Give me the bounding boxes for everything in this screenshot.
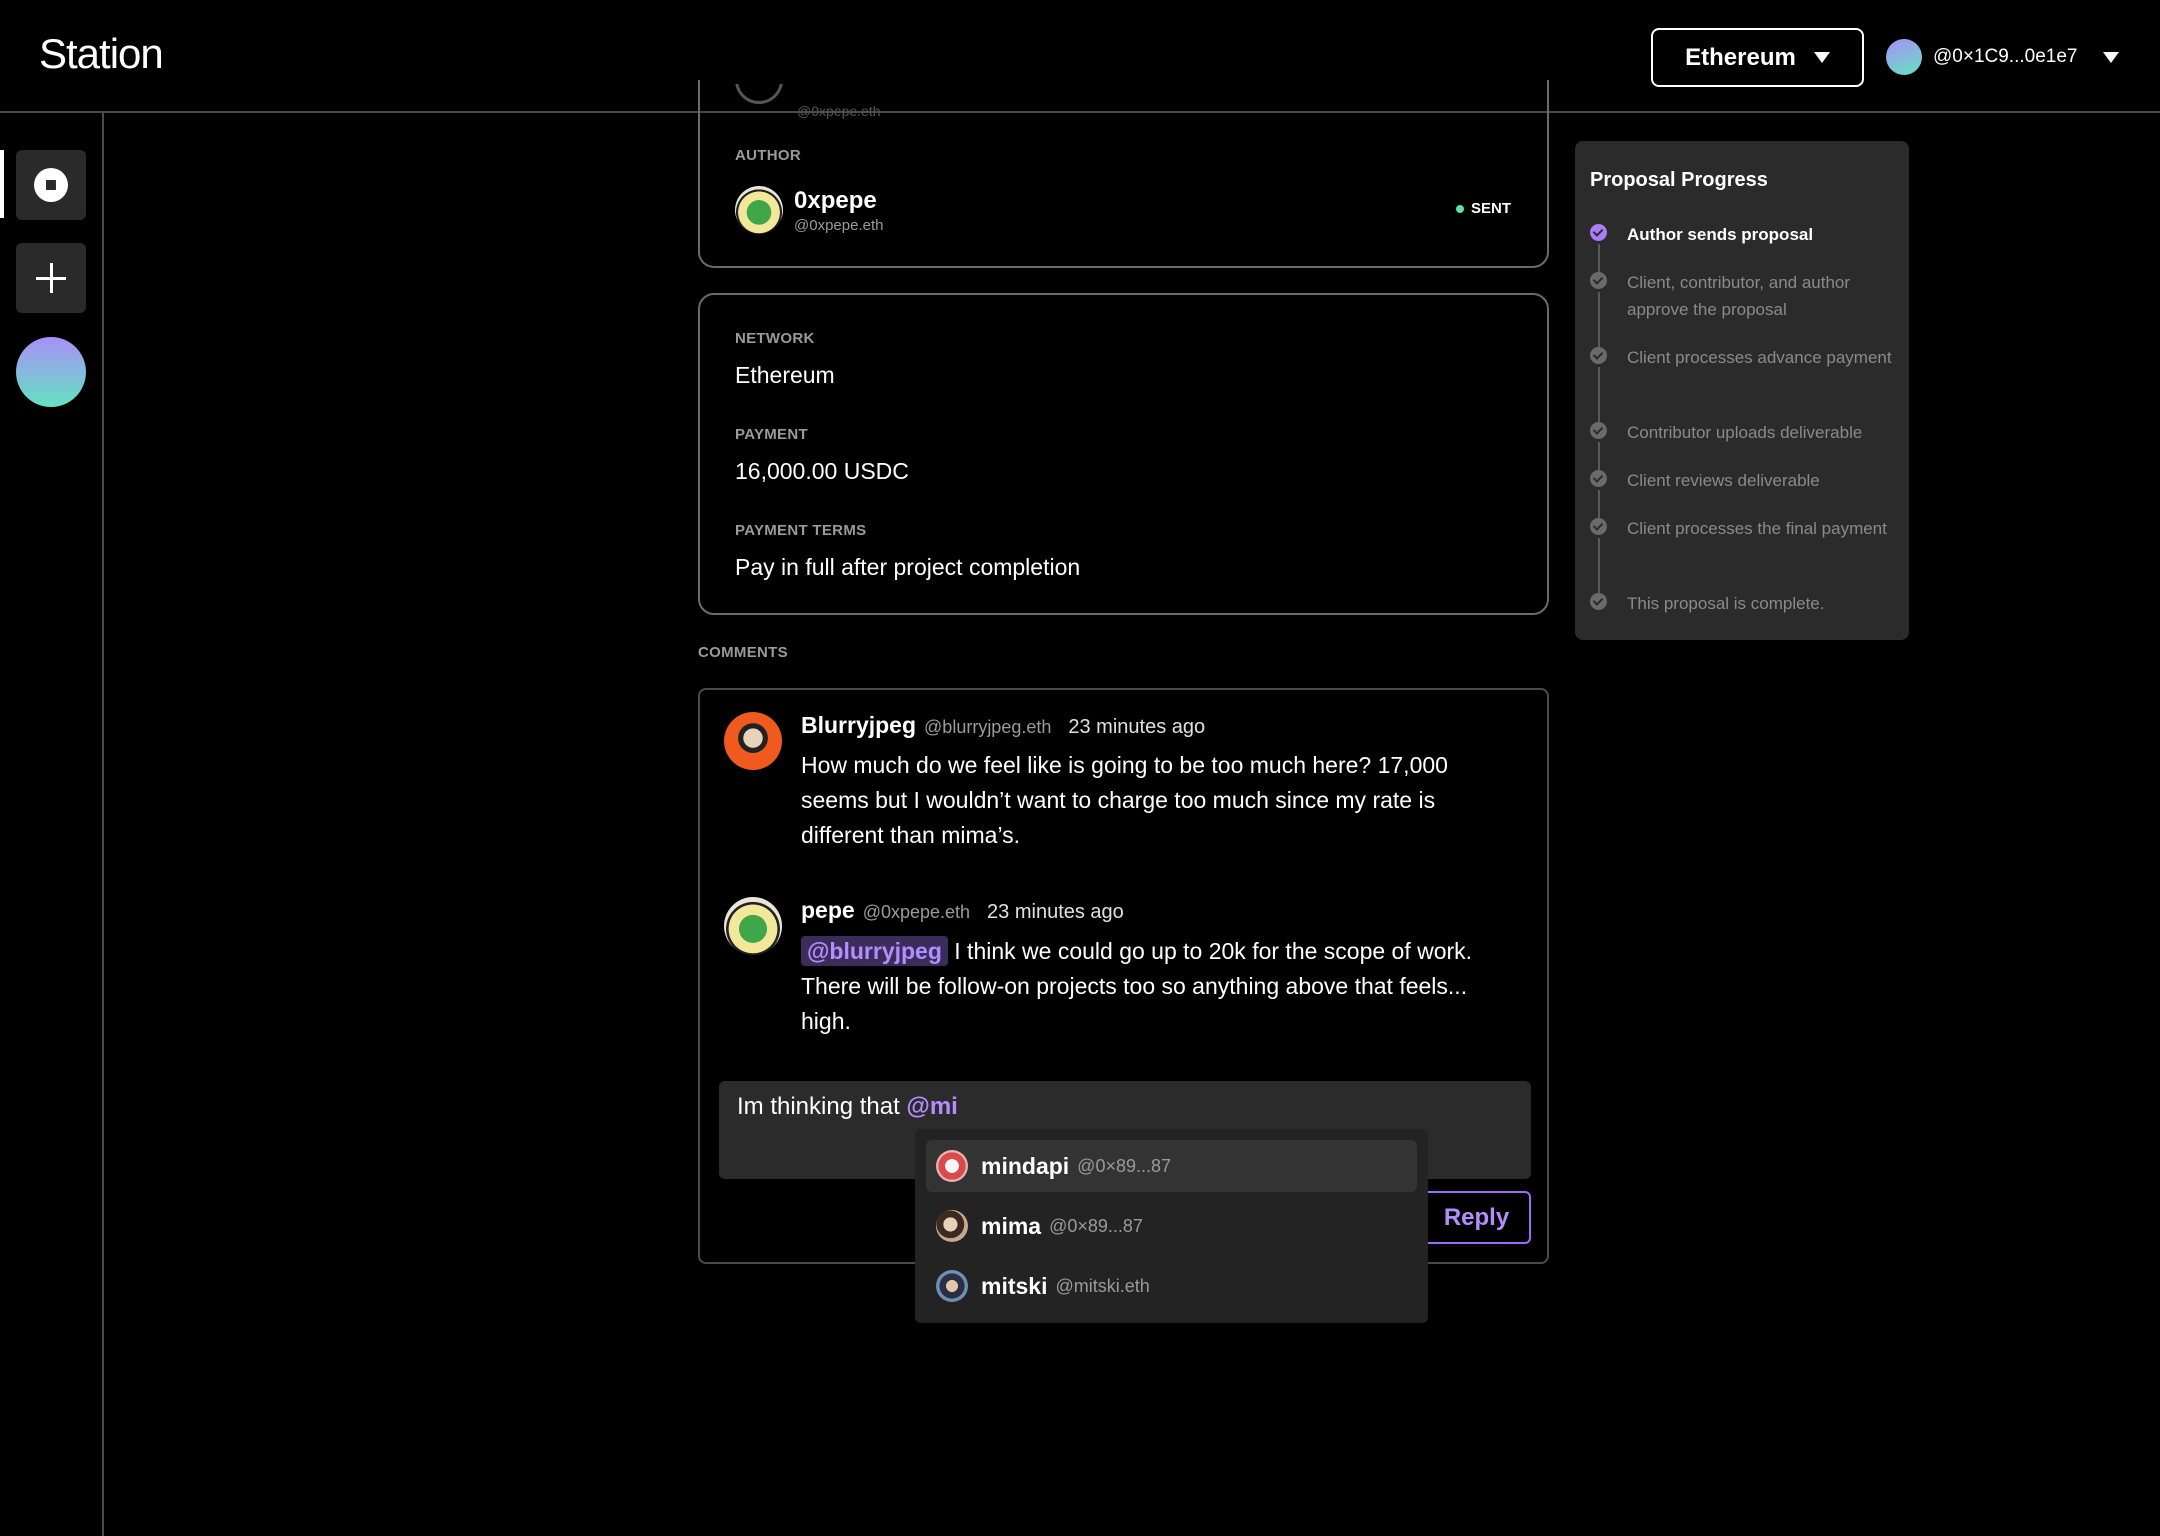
comments-label: COMMENTS bbox=[698, 644, 788, 661]
progress-step-label: Contributor uploads deliverable bbox=[1627, 423, 1863, 442]
network-selector[interactable]: Ethereum bbox=[1651, 28, 1864, 87]
progress-title: Proposal Progress bbox=[1590, 169, 1768, 191]
mention-tag[interactable]: @blurryjpeg bbox=[801, 936, 948, 966]
app-logo[interactable]: Station bbox=[39, 30, 164, 78]
progress-step: Author sends proposal bbox=[1590, 221, 1897, 248]
terminal-avatar-button[interactable] bbox=[16, 337, 86, 407]
check-circle-icon bbox=[1590, 272, 1607, 289]
chevron-down-icon bbox=[2103, 51, 2120, 63]
draft-text: Im thinking that bbox=[737, 1093, 907, 1120]
peek-handle: @0xpepe.eth bbox=[797, 103, 881, 119]
status-text: SENT bbox=[1470, 200, 1511, 217]
explore-button[interactable] bbox=[16, 150, 86, 220]
avatar bbox=[724, 897, 782, 955]
compass-icon bbox=[34, 168, 68, 202]
network-value: Ethereum bbox=[735, 362, 835, 388]
reply-button[interactable]: Reply bbox=[1422, 1191, 1531, 1244]
progress-step-label: Client reviews deliverable bbox=[1627, 471, 1820, 490]
network-selector-label: Ethereum bbox=[1685, 43, 1796, 71]
chevron-down-icon bbox=[1813, 52, 1830, 63]
active-indicator bbox=[0, 150, 4, 218]
author-row: 0xpepe @0xpepe.eth bbox=[735, 186, 883, 234]
avatar bbox=[724, 712, 782, 770]
mention-option-name: mindapi bbox=[981, 1152, 1070, 1179]
comment-author[interactable]: Blurryjpeg bbox=[801, 712, 916, 739]
step-connector bbox=[1598, 367, 1600, 422]
check-circle-icon bbox=[1590, 347, 1607, 364]
mention-option[interactable]: mindapi @0×89...87 bbox=[926, 1140, 1417, 1192]
comment-handle: @blurryjpeg.eth bbox=[924, 717, 1052, 737]
step-connector bbox=[1598, 490, 1600, 518]
progress-step: Contributor uploads deliverable bbox=[1590, 419, 1897, 446]
status-badge: SENT bbox=[1455, 200, 1511, 217]
mention-option-name: mitski bbox=[981, 1272, 1048, 1299]
mention-option[interactable]: mima @0×89...87 bbox=[926, 1200, 1417, 1252]
comment-handle: @0xpepe.eth bbox=[862, 902, 971, 922]
account-menu[interactable]: @0×1C9...0e1e7 bbox=[1886, 38, 2120, 76]
check-circle-icon bbox=[1590, 224, 1607, 241]
progress-step-label: Author sends proposal bbox=[1627, 225, 1814, 244]
avatar bbox=[735, 186, 783, 234]
plus-icon bbox=[49, 263, 53, 293]
check-circle-icon bbox=[1590, 593, 1607, 610]
step-connector bbox=[1598, 442, 1600, 470]
progress-step-label: This proposal is complete. bbox=[1627, 594, 1825, 613]
author-handle: @0xpepe.eth bbox=[794, 216, 884, 234]
comment-author[interactable]: pepe bbox=[801, 897, 855, 924]
avatar bbox=[936, 1150, 968, 1182]
progress-step: Client processes the final payment bbox=[1590, 515, 1897, 542]
author-label: AUTHOR bbox=[735, 147, 801, 164]
status-dot-icon bbox=[1455, 204, 1464, 213]
payment-value: 16,000.00 USDC bbox=[735, 458, 909, 484]
comment-time: 23 minutes ago bbox=[1068, 716, 1206, 738]
payment-terms-label: PAYMENT TERMS bbox=[735, 522, 867, 539]
comment-body: How much do we feel like is going to be … bbox=[801, 752, 1448, 848]
avatar bbox=[936, 1210, 968, 1242]
author-name: 0xpepe bbox=[794, 186, 877, 214]
proposal-progress-panel: Proposal Progress Author sends proposal … bbox=[1575, 141, 1909, 640]
comment-time: 23 minutes ago bbox=[987, 901, 1124, 923]
create-terminal-button[interactable] bbox=[16, 243, 86, 313]
author-card: @0xpepe.eth AUTHOR 0xpepe @0xpepe.eth SE… bbox=[698, 80, 1549, 268]
progress-step-label: Client processes the final payment bbox=[1627, 519, 1887, 538]
terms-card: NETWORK Ethereum PAYMENT 16,000.00 USDC … bbox=[698, 293, 1549, 615]
progress-step-label: Client processes advance payment bbox=[1627, 348, 1892, 367]
progress-step: Client processes advance payment bbox=[1590, 344, 1897, 371]
avatar bbox=[1886, 39, 1922, 75]
mention-option-name: mima bbox=[981, 1212, 1042, 1239]
check-circle-icon bbox=[1590, 470, 1607, 487]
sidebar bbox=[0, 113, 104, 1536]
draft-mention: @mi bbox=[906, 1093, 958, 1120]
mention-option-handle: @mitski.eth bbox=[1055, 1275, 1150, 1296]
progress-step: This proposal is complete. bbox=[1590, 590, 1897, 617]
step-connector bbox=[1598, 538, 1600, 593]
payment-label: PAYMENT bbox=[735, 426, 808, 443]
check-circle-icon bbox=[1590, 422, 1607, 439]
progress-step-label: Client, contributor, and author approve … bbox=[1627, 273, 1851, 319]
avatar bbox=[936, 1270, 968, 1302]
progress-step: Client reviews deliverable bbox=[1590, 467, 1897, 494]
progress-step: Client, contributor, and author approve … bbox=[1590, 269, 1897, 323]
mention-option-handle: @0×89...87 bbox=[1077, 1155, 1172, 1176]
mention-option[interactable]: mitski @mitski.eth bbox=[926, 1260, 1417, 1312]
account-address: @0×1C9...0e1e7 bbox=[1933, 46, 2078, 67]
mention-option-handle: @0×89...87 bbox=[1049, 1215, 1143, 1236]
network-label: NETWORK bbox=[735, 330, 815, 347]
check-circle-icon bbox=[1590, 518, 1607, 535]
payment-terms-value: Pay in full after project completion bbox=[735, 554, 1081, 580]
comment-body: @blurryjpeg I think we could go up to 20… bbox=[801, 934, 1521, 1039]
avatar bbox=[735, 84, 783, 104]
mention-dropdown: mindapi @0×89...87 mima @0×89...87 mitsk… bbox=[915, 1129, 1428, 1323]
